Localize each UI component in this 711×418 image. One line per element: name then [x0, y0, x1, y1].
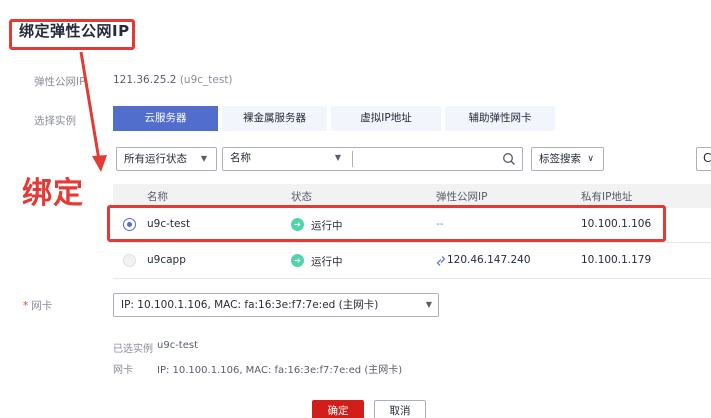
link-icon [436, 256, 446, 266]
column-eip: 弹性公网IP [436, 191, 488, 203]
nic-label-row: * 网卡 [23, 298, 52, 313]
column-private-ip: 私有IP地址 [581, 191, 633, 203]
nic-select-value: IP: 10.100.1.106, MAC: fa:16:3e:f7:7e:ed… [121, 299, 379, 311]
row-status: 运行中 [311, 256, 343, 268]
summary-instance-label: 已选实例 [113, 344, 153, 355]
row-private-ip: 10.100.1.179 [581, 254, 652, 266]
row-highlight-box [107, 205, 666, 242]
caret-down-icon: ▼ [425, 300, 432, 309]
row-eip: 120.46.147.240 [447, 254, 531, 266]
row-radio-disabled [123, 254, 136, 267]
running-status-icon: ➜ [291, 254, 304, 267]
row-name: u9capp [147, 254, 186, 266]
summary-nic-label: 网卡 [113, 365, 133, 376]
required-mark: * [23, 300, 29, 312]
column-name: 名称 [147, 191, 168, 203]
nic-label: 网卡 [31, 300, 53, 312]
summary-instance-value: u9c-test [157, 340, 199, 351]
table-row: u9capp ➜ 运行中 120.46.147.240 10.100.1.179 [113, 243, 711, 279]
nic-select[interactable]: IP: 10.100.1.106, MAC: fa:16:3e:f7:7e:ed… [113, 293, 439, 317]
cancel-button[interactable]: 取消 [374, 400, 426, 418]
column-status: 状态 [291, 191, 312, 203]
summary-nic-value: IP: 10.100.1.106, MAC: fa:16:3e:f7:7e:ed… [157, 365, 403, 376]
ok-button[interactable]: 确定 [312, 400, 364, 418]
